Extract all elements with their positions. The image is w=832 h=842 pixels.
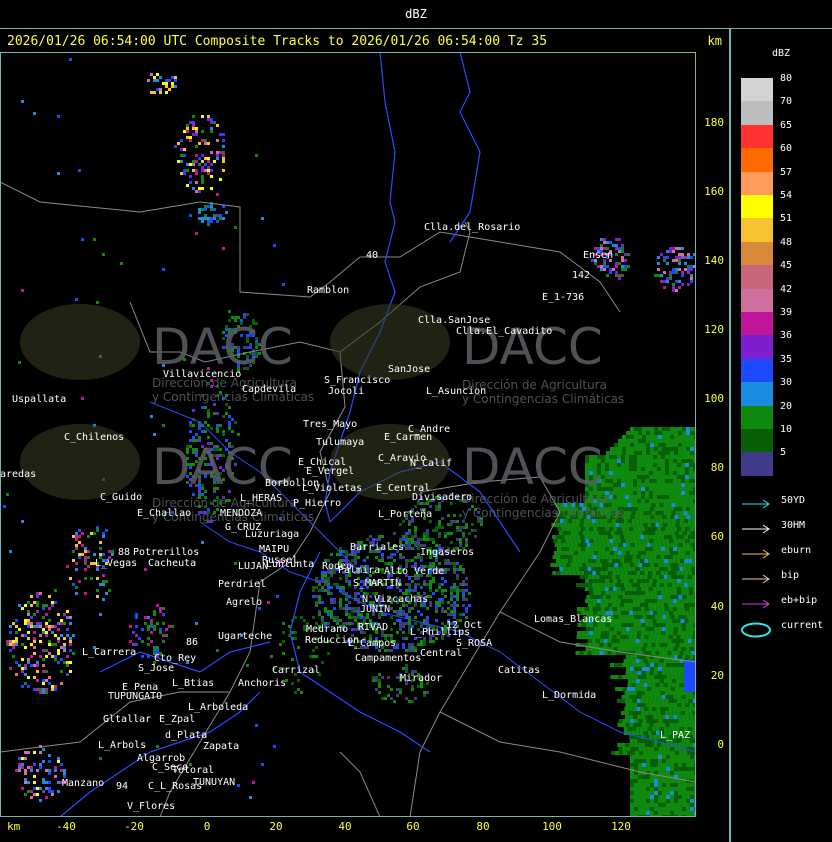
scale-swatch (741, 195, 773, 219)
arrow-icon (742, 499, 770, 509)
track-legend-label: current (781, 620, 824, 631)
scale-swatch (741, 241, 773, 266)
scale-label: 51 (780, 213, 793, 225)
track-legend-label: eb+bip (781, 595, 818, 606)
scale-swatch (741, 148, 773, 173)
y-tick-label: 160 (704, 185, 724, 198)
track-legend-label: bip (781, 570, 800, 581)
radar-title: 2026/01/26 06:54:00 UTC Composite Tracks… (7, 34, 548, 49)
track-legend-label: 30HM (781, 520, 806, 531)
header-row: 2026/01/26 06:54:00 UTC Composite Tracks… (0, 30, 730, 52)
x-tick-label: 80 (476, 820, 490, 833)
y-tick-label: 100 (704, 392, 724, 405)
y-tick-label: 180 (704, 116, 724, 129)
scale-label: 42 (780, 283, 793, 295)
scale-label: 80 (780, 73, 793, 84)
scale-swatch (741, 452, 773, 477)
scale-swatch (741, 358, 773, 383)
legend-title: dBZ (772, 48, 791, 59)
y-tick-label: 60 (710, 530, 724, 543)
y-axis: 180 160 140 120 100 80 60 40 20 0 (698, 52, 728, 817)
scale-label: 30 (780, 377, 793, 389)
scale-label: 39 (780, 307, 793, 318)
scale-label: 35 (780, 353, 793, 365)
track-legend-item: bip (740, 570, 830, 588)
x-axis-unit: km (7, 820, 21, 833)
scale-swatch (741, 218, 773, 243)
scale-label: 5 (780, 447, 787, 459)
track-legend-label: eburn (781, 545, 812, 556)
scale-swatch (741, 382, 773, 407)
scale-label: 20 (780, 400, 793, 412)
x-tick-label: 20 (269, 820, 283, 833)
ellipse-icon (741, 622, 771, 638)
scale-label: 45 (780, 260, 793, 272)
scale-swatch (741, 101, 773, 126)
scale-label: 36 (780, 330, 793, 342)
arrow-icon (742, 574, 770, 584)
track-legend-item: eburn (740, 545, 830, 563)
x-tick-label: 60 (406, 820, 420, 833)
track-legend-item: current (740, 620, 830, 638)
y-tick-label: 0 (717, 738, 724, 751)
x-tick-label: 100 (542, 820, 562, 833)
scale-label: 60 (780, 143, 793, 155)
km-label-top: km (707, 34, 722, 48)
arrow-icon (742, 599, 770, 609)
scale-swatch (741, 312, 773, 336)
track-legend-item: 50YD (740, 495, 830, 513)
y-tick-label: 140 (704, 254, 724, 267)
x-tick-label: -40 (56, 820, 76, 833)
scale-label: 65 (780, 119, 793, 131)
y-tick-label: 120 (704, 323, 724, 336)
scale-label: 10 (780, 424, 793, 435)
scale-label: 70 (780, 96, 793, 108)
x-tick-label: -20 (124, 820, 144, 833)
y-tick-label: 40 (710, 600, 724, 613)
sidebar-divider (729, 29, 731, 842)
map-frame (0, 52, 696, 817)
scale-swatch (741, 78, 773, 102)
scale-swatch (741, 405, 773, 430)
scale-label: 57 (780, 166, 793, 178)
scale-swatch (741, 171, 773, 196)
scale-label: 54 (780, 190, 793, 201)
scale-swatch (741, 288, 773, 313)
arrow-icon (742, 524, 770, 534)
track-legend-item: eb+bip (740, 595, 830, 613)
scale-swatch (741, 265, 773, 290)
x-axis: km -40 -20 0 20 40 60 80 100 120 (0, 820, 730, 840)
scale-swatch (741, 335, 773, 360)
x-tick-label: 120 (611, 820, 631, 833)
y-tick-label: 20 (710, 669, 724, 682)
x-tick-label: 0 (203, 820, 211, 833)
scale-label: 48 (780, 236, 793, 248)
scale-swatch (741, 429, 773, 453)
track-legend-item: 30HM (740, 520, 830, 538)
scale-swatch (741, 124, 773, 149)
y-tick-label: 80 (710, 461, 724, 474)
arrow-icon (742, 549, 770, 559)
top-bar: dBZ (0, 0, 832, 29)
x-tick-label: 40 (338, 820, 352, 833)
track-legend-label: 50YD (781, 495, 806, 506)
unit-label: dBZ (405, 7, 427, 21)
